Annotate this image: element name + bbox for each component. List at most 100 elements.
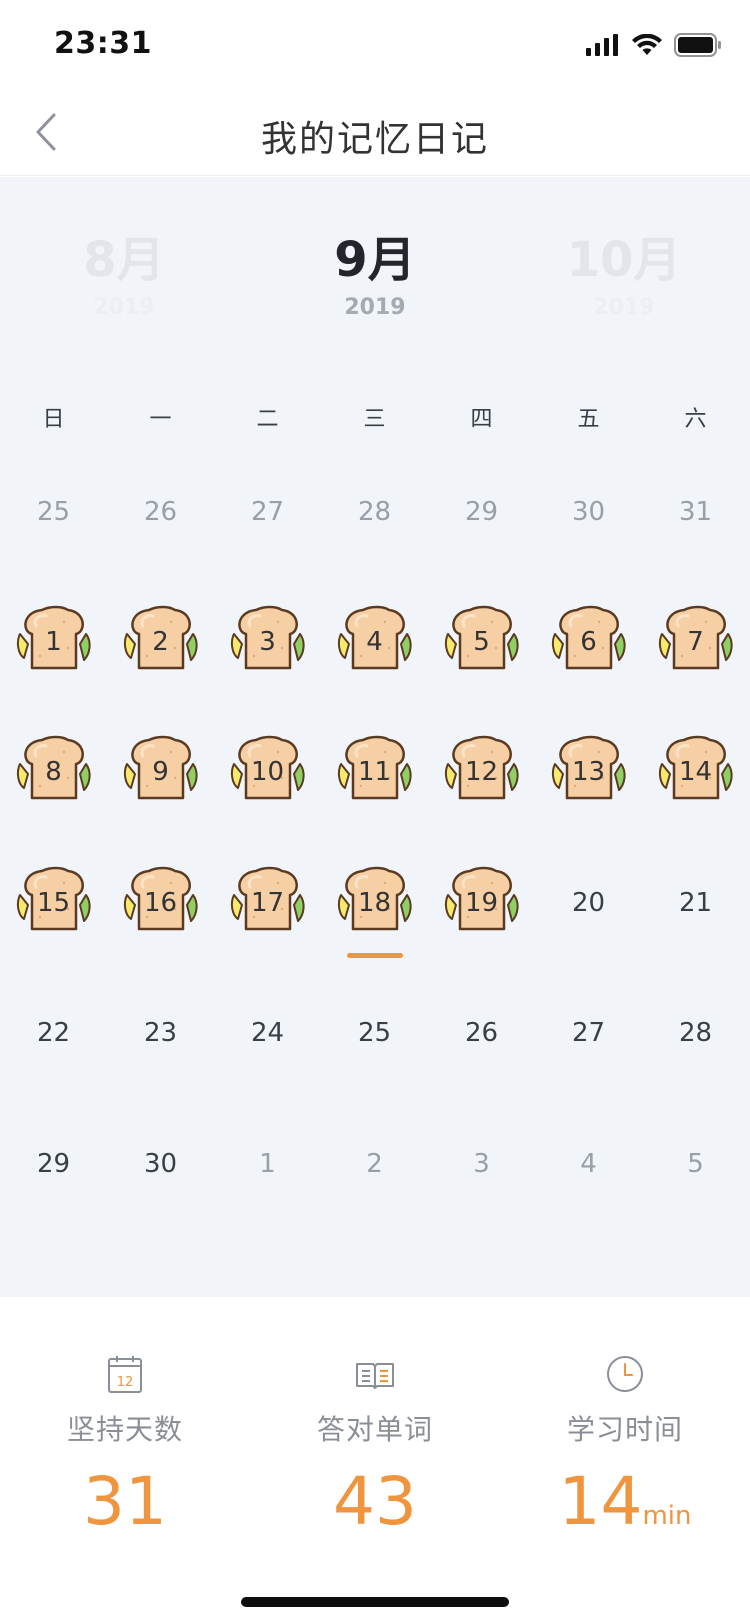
calendar-day[interactable]: 8 — [0, 722, 107, 822]
day-number: 1 — [259, 1149, 276, 1179]
nav-bar: 我的记忆日记 — [0, 88, 750, 176]
calendar-day[interactable]: 15 — [0, 853, 107, 953]
day-number: 15 — [36, 888, 71, 918]
calendar-day[interactable]: 2 — [107, 592, 214, 692]
calendar-day[interactable]: 19 — [428, 853, 535, 953]
month-name: 9月 — [334, 232, 416, 288]
day-number: 2 — [366, 1149, 383, 1179]
calendar-day[interactable]: 10 — [214, 722, 321, 822]
day-number: 26 — [143, 497, 178, 527]
weekday-label: 二 — [256, 407, 279, 432]
calendar-day[interactable]: 5 — [642, 1114, 749, 1214]
day-number: 29 — [36, 1149, 71, 1179]
day-number: 19 — [464, 888, 499, 918]
day-number: 29 — [464, 497, 499, 527]
calendar-day[interactable]: 21 — [642, 853, 749, 953]
calendar-day[interactable]: 13 — [535, 722, 642, 822]
calendar-day[interactable]: 29 — [0, 1114, 107, 1214]
month-prev[interactable]: 8月 2019 — [24, 229, 224, 320]
month-current: 9月 2019 — [275, 229, 475, 320]
today-indicator — [346, 953, 403, 958]
month-year: 2019 — [593, 295, 655, 320]
day-number: 27 — [250, 497, 285, 527]
calendar-day[interactable]: 9 — [107, 722, 214, 822]
status-time: 23:31 — [54, 26, 152, 61]
month-next[interactable]: 10月 2019 — [524, 229, 724, 320]
day-number: 30 — [571, 497, 606, 527]
page-title: 我的记忆日记 — [260, 119, 489, 160]
calendar-day[interactable]: 16 — [107, 853, 214, 953]
calendar-day[interactable]: 11 — [321, 722, 428, 822]
svg-text:12: 12 — [117, 1375, 134, 1390]
calendar-day[interactable]: 29 — [428, 462, 535, 562]
calendar-day[interactable]: 7 — [642, 592, 749, 692]
weekday-label: 三 — [363, 407, 386, 432]
wifi-icon — [632, 34, 662, 55]
calendar: 8月 2019 9月 2019 10月 2019 日 一 二 三 四 五 六 2… — [0, 177, 750, 1297]
clock-icon — [607, 1356, 643, 1392]
calendar-day[interactable]: 3 — [214, 592, 321, 692]
calendar-icon: 12 — [108, 1356, 142, 1393]
day-number: 2 — [152, 627, 169, 657]
day-number: 10 — [250, 757, 285, 787]
stat-unit: min — [642, 1501, 692, 1531]
calendar-day[interactable]: 30 — [107, 1114, 214, 1214]
calendar-day[interactable]: 25 — [321, 983, 428, 1083]
stat-label: 答对单词 — [316, 1413, 433, 1446]
calendar-day[interactable]: 27 — [214, 462, 321, 562]
day-number: 26 — [464, 1018, 499, 1048]
calendar-day[interactable]: 28 — [642, 983, 749, 1083]
day-number: 8 — [45, 757, 62, 787]
calendar-day[interactable]: 20 — [535, 853, 642, 953]
day-number: 4 — [580, 1149, 597, 1179]
day-number: 30 — [143, 1149, 178, 1179]
weekday-header: 日 一 二 三 四 五 六 — [0, 401, 750, 441]
day-number: 13 — [571, 757, 606, 787]
status-icons — [586, 30, 722, 60]
calendar-day[interactable]: 23 — [107, 983, 214, 1083]
stat-days: 12 坚持天数 31 — [0, 1354, 250, 1542]
calendar-day[interactable]: 6 — [535, 592, 642, 692]
stat-time: 学习时间 14min — [500, 1354, 750, 1556]
calendar-day[interactable]: 17 — [214, 853, 321, 953]
calendar-day[interactable]: 18 — [321, 853, 428, 953]
calendar-day[interactable]: 24 — [214, 983, 321, 1083]
status-bar: 23:31 — [0, 0, 750, 88]
calendar-day[interactable]: 1 — [214, 1114, 321, 1214]
calendar-day[interactable]: 14 — [642, 722, 749, 822]
month-name: 10月 — [566, 232, 682, 288]
stat-label: 坚持天数 — [66, 1413, 183, 1446]
weekday-label: 日 — [42, 407, 65, 432]
calendar-day[interactable]: 22 — [0, 983, 107, 1083]
day-number: 31 — [678, 497, 713, 527]
calendar-day[interactable]: 25 — [0, 462, 107, 562]
day-number: 5 — [687, 1149, 704, 1179]
calendar-day[interactable]: 2 — [321, 1114, 428, 1214]
calendar-day[interactable]: 5 — [428, 592, 535, 692]
calendar-day[interactable]: 12 — [428, 722, 535, 822]
calendar-day[interactable]: 26 — [428, 983, 535, 1083]
day-number: 21 — [678, 888, 713, 918]
day-number: 23 — [143, 1018, 178, 1048]
day-number: 22 — [36, 1018, 71, 1048]
calendar-day[interactable]: 28 — [321, 462, 428, 562]
calendar-day[interactable]: 26 — [107, 462, 214, 562]
day-number: 25 — [357, 1018, 392, 1048]
weekday-label: 五 — [577, 407, 600, 432]
calendar-day[interactable]: 4 — [535, 1114, 642, 1214]
day-number: 6 — [580, 627, 597, 657]
day-number: 9 — [152, 757, 169, 787]
calendar-day[interactable]: 27 — [535, 983, 642, 1083]
day-number: 28 — [357, 497, 392, 527]
stat-value: 31 — [83, 1463, 167, 1540]
weekday-label: 六 — [684, 407, 707, 432]
stat-value: 14min — [558, 1463, 692, 1540]
stat-label: 学习时间 — [566, 1413, 683, 1446]
home-indicator — [241, 1597, 509, 1607]
calendar-day[interactable]: 30 — [535, 462, 642, 562]
calendar-day[interactable]: 1 — [0, 592, 107, 692]
calendar-day[interactable]: 3 — [428, 1114, 535, 1214]
calendar-day[interactable]: 4 — [321, 592, 428, 692]
battery-icon — [674, 33, 721, 57]
calendar-day[interactable]: 31 — [642, 462, 749, 562]
